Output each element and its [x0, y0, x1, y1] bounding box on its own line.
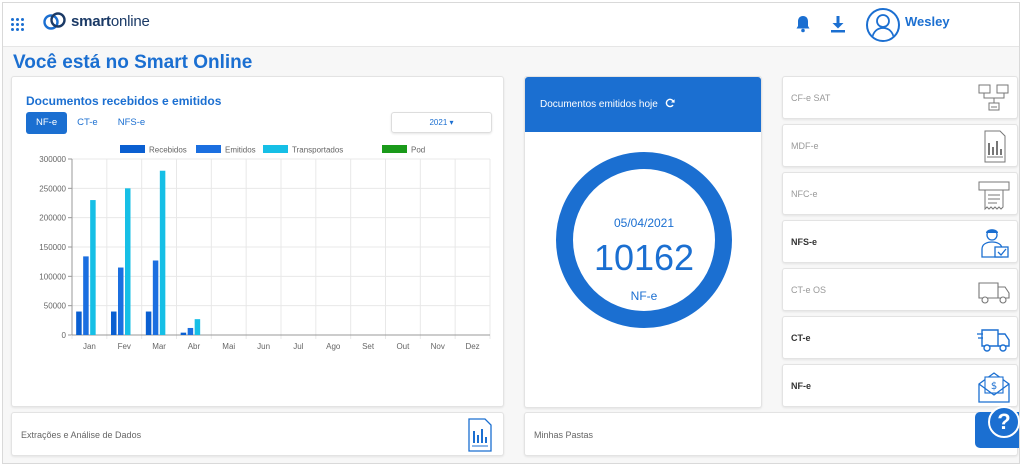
y-tick-label: 250000 [39, 184, 66, 193]
bell-icon[interactable] [795, 15, 811, 38]
y-tick-label: 150000 [39, 243, 66, 252]
bar-transportados-abr [194, 319, 201, 335]
bar-emitidos-abr [187, 327, 194, 335]
x-tick-label: Jan [83, 342, 96, 351]
doc-type-tabs: NF-e CT-e NFS-e [26, 112, 155, 134]
side-item-nfs-e[interactable]: NFS-e [782, 220, 1018, 263]
side-item-label: CF-e SAT [791, 93, 831, 103]
issued-today-ring: 05/04/2021 10162 NF-e [556, 152, 732, 328]
tab-ct-e[interactable]: CT-e [67, 112, 108, 134]
help-icon[interactable]: ? [988, 406, 1020, 438]
legend-label: Recebidos [149, 146, 187, 155]
issued-doc-type: NF-e [630, 289, 658, 303]
legend-swatch [263, 145, 288, 153]
side-item-nfc-e[interactable]: NFC-e [782, 172, 1018, 215]
logo-text: smartonline [71, 12, 150, 30]
side-item-label: NFC-e [791, 189, 818, 199]
my-folders-card[interactable]: Minhas Pastas [524, 412, 1018, 456]
x-tick-label: Abr [188, 342, 201, 351]
legend-swatch [382, 145, 407, 153]
extractions-card[interactable]: Extrações e Análise de Dados [11, 412, 504, 456]
service-worker-icon [981, 229, 1009, 258]
bar-emitidos-jan [83, 256, 89, 335]
bar-recebidos-abr [180, 332, 187, 335]
x-tick-label: Mai [222, 342, 235, 351]
side-item-label: CT-e [791, 333, 811, 343]
invoice-envelope-icon: $ [978, 372, 1010, 403]
y-tick-label: 0 [62, 331, 67, 340]
x-tick-label: Mar [152, 342, 166, 351]
side-item-mdf-e[interactable]: MDF-e [782, 124, 1018, 167]
app-window: smartonline Wesley Você está no Smart On… [2, 2, 1020, 464]
side-item-ct-e-os[interactable]: CT-e OS [782, 268, 1018, 311]
documents-chart-card: Documentos recebidos e emitidos NF-e CT-… [11, 76, 504, 407]
side-item-nf-e[interactable]: NF-e $ [782, 364, 1018, 407]
bar-chart: Recebidos Emitidos Transportados Pod 0 50000 1… [39, 145, 491, 351]
x-tick-label: Dez [465, 342, 479, 351]
legend-label: Emitidos [225, 146, 256, 155]
page-title: Você está no Smart Online [13, 52, 253, 73]
issued-today-header: Documentos emitidos hoje [525, 77, 761, 132]
tab-nfs-e[interactable]: NFS-e [108, 112, 155, 134]
side-item-label: CT-e OS [791, 285, 827, 295]
y-tick-label: 300000 [39, 155, 66, 164]
issued-today-card: Documentos emitidos hoje 05/04/2021 1016… [524, 76, 762, 408]
side-item-label: MDF-e [791, 141, 819, 151]
year-select[interactable]: 2021 ▾ [391, 112, 492, 133]
cloud-logo-icon [43, 12, 66, 30]
bar-transportados-fev [125, 188, 131, 335]
side-item-cf-e-sat[interactable]: CF-e SAT [782, 76, 1018, 119]
tab-nf-e[interactable]: NF-e [26, 112, 68, 134]
legend-swatch [196, 145, 221, 153]
y-tick-label: 50000 [44, 302, 67, 311]
report-document-icon [468, 418, 492, 452]
apps-grid-icon[interactable] [11, 18, 25, 32]
x-tick-label: Out [396, 342, 410, 351]
side-item-label: NFS-e [791, 237, 818, 247]
issued-date: 05/04/2021 [613, 216, 675, 230]
issued-count: 10162 [593, 237, 695, 278]
y-tick-label: 100000 [39, 272, 66, 281]
legend-label: Transportados [292, 146, 343, 155]
logo[interactable]: smartonline [43, 12, 150, 30]
side-item-ct-e[interactable]: CT-e [782, 316, 1018, 359]
y-tick-label: 200000 [39, 214, 66, 223]
bar-emitidos-fev [118, 267, 124, 335]
extractions-label: Extrações e Análise de Dados [21, 430, 142, 440]
bar-transportados-mar [159, 170, 166, 335]
x-tick-label: Fev [118, 342, 131, 351]
my-folders-label: Minhas Pastas [534, 430, 594, 440]
receipt-printer-icon [978, 181, 1010, 211]
truck-icon [977, 329, 1010, 352]
x-tick-label: Nov [431, 342, 445, 351]
svg-text:$: $ [991, 381, 997, 392]
x-tick-label: Set [362, 342, 375, 351]
document-chart-icon [984, 130, 1006, 163]
x-tick-label: Ago [326, 342, 341, 351]
chart-title: Documentos recebidos e emitidos [26, 94, 222, 108]
bar-recebidos-jan [76, 311, 82, 335]
caret-down-icon: ▾ [449, 118, 454, 127]
download-icon[interactable] [830, 15, 846, 38]
legend-label: Pod [411, 146, 425, 155]
bar-recebidos-mar [145, 311, 152, 335]
user-avatar-icon[interactable] [866, 8, 900, 42]
x-tick-label: Jun [257, 342, 270, 351]
top-bar: smartonline Wesley [3, 3, 1019, 47]
legend-swatch [120, 145, 145, 153]
user-name[interactable]: Wesley [905, 14, 950, 29]
sat-terminal-icon [978, 84, 1009, 111]
refresh-icon[interactable] [665, 98, 675, 108]
truck-icon [978, 282, 1010, 304]
bar-emitidos-mar [152, 260, 159, 335]
side-item-label: NF-e [791, 381, 811, 391]
bar-recebidos-fev [111, 311, 117, 335]
x-tick-label: Jul [293, 342, 303, 351]
bar-transportados-jan [90, 200, 96, 335]
